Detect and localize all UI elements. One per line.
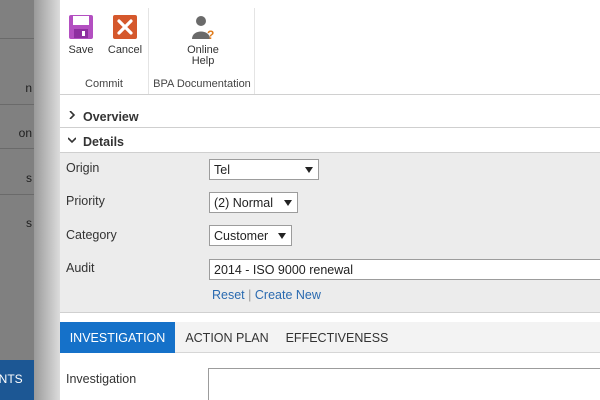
dropdown-arrow-icon	[284, 200, 292, 206]
category-value: Customer	[214, 229, 269, 243]
cancel-button[interactable]: Cancel	[106, 14, 144, 56]
cancel-icon	[113, 15, 137, 39]
nav-divider	[0, 38, 34, 39]
audit-links: Reset | Create New	[212, 288, 321, 302]
link-separator: |	[248, 288, 252, 302]
online-help-icon: ?	[192, 16, 214, 40]
reset-link[interactable]: Reset	[212, 288, 245, 302]
priority-value: (2) Normal	[214, 196, 274, 210]
audit-value: 2014 - ISO 9000 renewal	[214, 263, 353, 277]
audit-select[interactable]: 2014 - ISO 9000 renewal	[209, 259, 600, 280]
tab-action-plan[interactable]: ACTION PLAN	[178, 322, 276, 353]
section-details-header[interactable]: Details	[60, 131, 600, 153]
ribbon-toolbar: Save Cancel Commit ? Online Help BPA Doc…	[60, 0, 600, 95]
online-help-button[interactable]: ? Online Help	[180, 14, 226, 67]
audit-label: Audit	[66, 261, 95, 275]
details-panel: Origin Tel Priority (2) Normal Category …	[60, 153, 600, 313]
tab-bar: INVESTIGATION ACTION PLAN EFFECTIVENESS	[60, 322, 600, 353]
dropdown-arrow-icon	[278, 233, 286, 239]
category-label: Category	[66, 228, 117, 242]
ribbon-group-bpa-documentation: ? Online Help BPA Documentation	[150, 8, 255, 94]
category-select[interactable]: Customer	[209, 225, 292, 246]
priority-label: Priority	[66, 194, 105, 208]
investigation-textarea[interactable]	[208, 368, 600, 400]
save-icon	[69, 15, 93, 39]
nav-divider	[0, 104, 34, 105]
nav-divider	[0, 148, 34, 149]
background-app-panel: n on s s	[0, 0, 34, 400]
dialog-shadow	[34, 0, 60, 400]
section-overview-header[interactable]: Overview	[60, 106, 600, 128]
section-title: Details	[83, 135, 124, 149]
tab-effectiveness[interactable]: EFFECTIVENESS	[280, 322, 394, 353]
chevron-down-icon	[68, 137, 76, 144]
create-new-link[interactable]: Create New	[255, 288, 321, 302]
nav-divider	[0, 194, 34, 195]
origin-label: Origin	[66, 161, 100, 175]
chevron-right-icon	[69, 111, 76, 119]
svg-text:?: ?	[207, 28, 214, 40]
background-bottom-button: UNTS	[0, 360, 34, 400]
ribbon-group-label: BPA Documentation	[153, 78, 251, 90]
dropdown-arrow-icon	[305, 167, 313, 173]
investigation-label: Investigation	[66, 372, 137, 386]
ribbon-group-label: Commit	[85, 78, 123, 90]
origin-value: Tel	[214, 163, 230, 177]
section-title: Overview	[83, 110, 139, 124]
priority-select[interactable]: (2) Normal	[209, 192, 298, 213]
tab-investigation[interactable]: INVESTIGATION	[60, 322, 175, 353]
ribbon-group-commit: Save Cancel Commit	[60, 8, 149, 94]
save-button[interactable]: Save	[66, 14, 96, 56]
origin-select[interactable]: Tel	[209, 159, 319, 180]
